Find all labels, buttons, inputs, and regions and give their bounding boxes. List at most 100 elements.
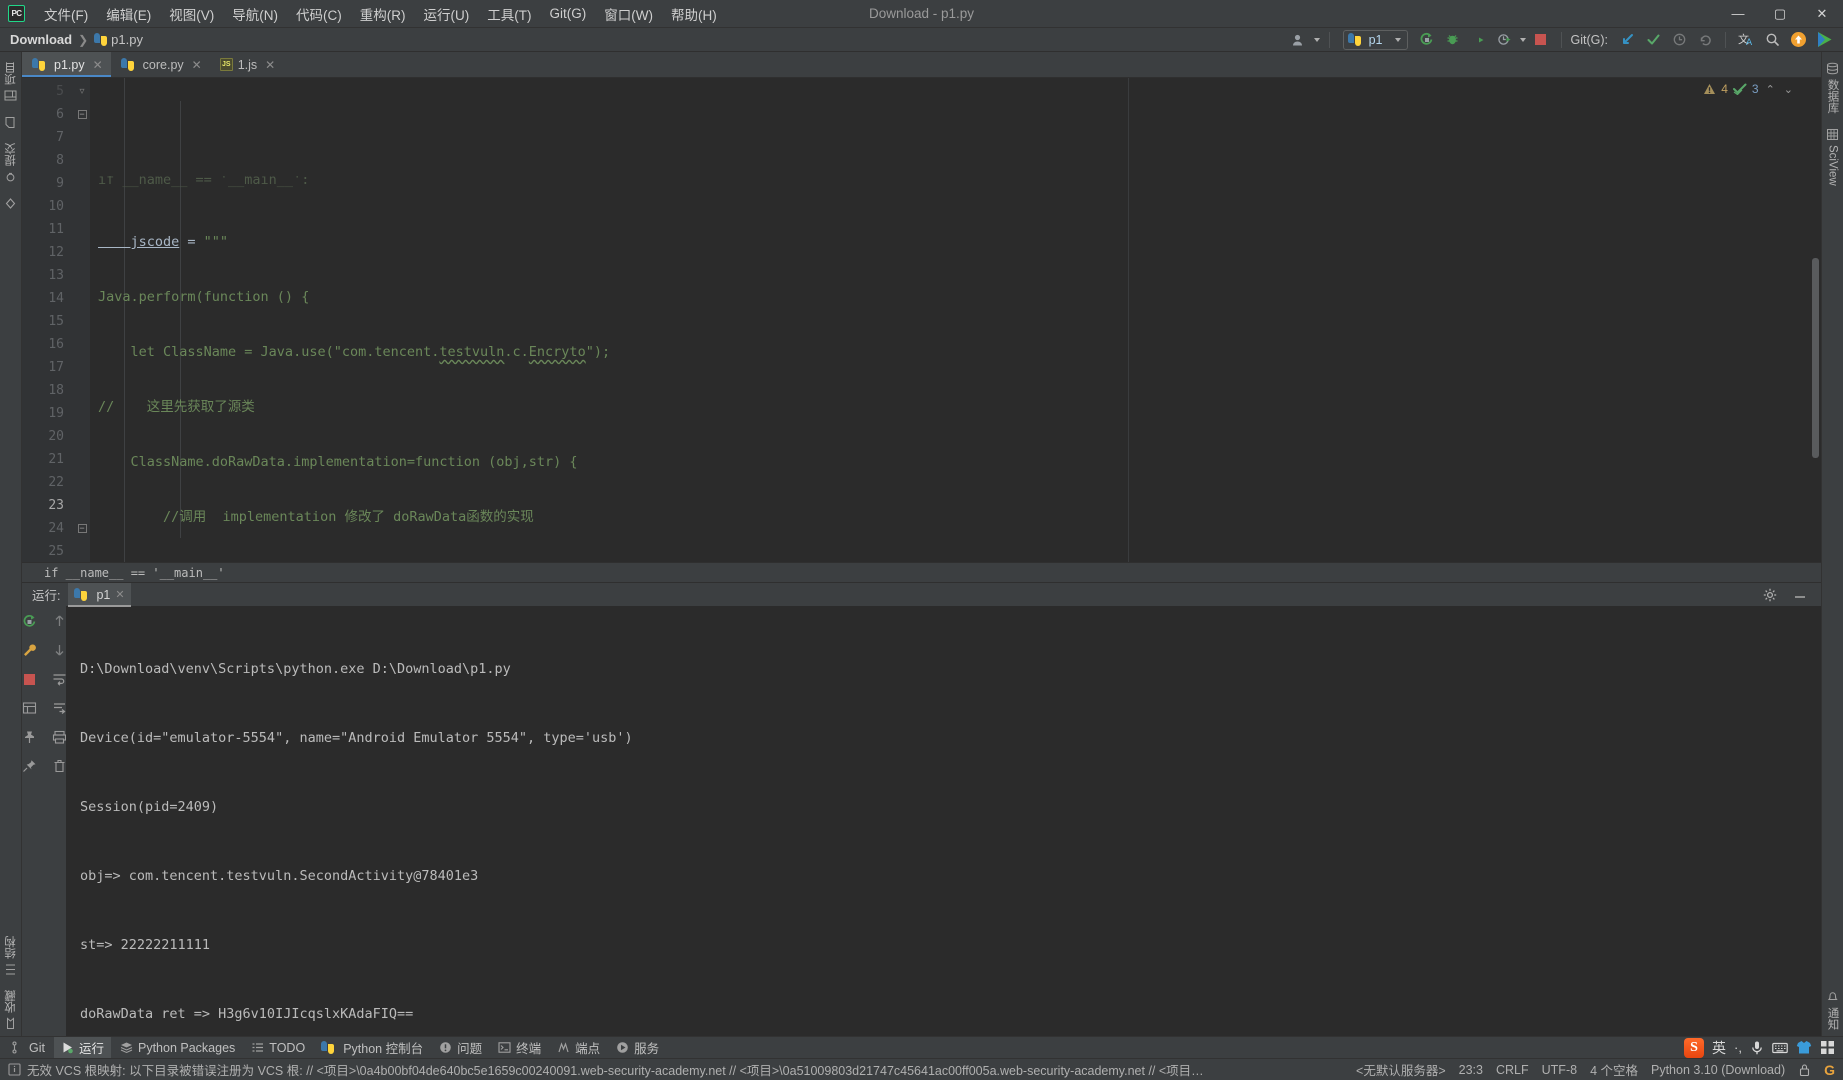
git-status-icon[interactable]: G xyxy=(1824,1062,1835,1078)
pin-tab-icon[interactable] xyxy=(18,756,40,776)
gear-icon[interactable] xyxy=(1759,585,1781,605)
ime-language-indicator[interactable]: 英 xyxy=(1712,1038,1726,1058)
toolwindow-git[interactable]: Git xyxy=(4,1037,52,1059)
menu-run[interactable]: 运行(U) xyxy=(415,1,479,27)
toolwindow-run[interactable]: 运行 xyxy=(53,1036,111,1059)
lock-icon[interactable] xyxy=(1798,1063,1811,1077)
translate-icon[interactable]: 文A xyxy=(1735,30,1757,50)
ime-punctuation-icon[interactable]: ·, xyxy=(1734,1040,1742,1055)
upload-icon[interactable] xyxy=(1787,30,1809,50)
toolwindow-endpoints[interactable]: 端点 xyxy=(550,1037,607,1059)
run-tab-label: p1 xyxy=(96,587,111,602)
tab-p1-py[interactable]: p1.py ✕ xyxy=(22,52,111,77)
rollback-icon[interactable] xyxy=(1694,30,1716,50)
toolwindow-terminal[interactable]: 终端 xyxy=(491,1037,548,1059)
menu-navigate[interactable]: 导航(N) xyxy=(223,1,287,27)
scrollbar-thumb[interactable] xyxy=(1812,258,1819,458)
editor-scrollbar[interactable] xyxy=(1810,78,1821,562)
fold-marker[interactable]: ▿ xyxy=(74,80,90,103)
editor-context-breadcrumb[interactable]: if __name__ == '__main__' xyxy=(22,562,1821,582)
debug-icon[interactable] xyxy=(1442,30,1464,50)
fold-marker-end[interactable]: − xyxy=(74,517,90,540)
stop-icon[interactable] xyxy=(1530,30,1552,50)
tab-core-py[interactable]: core.py ✕ xyxy=(110,52,210,77)
python-interpreter[interactable]: Python 3.10 (Download) xyxy=(1651,1063,1785,1077)
menu-file[interactable]: 文件(F) xyxy=(35,1,97,27)
pin-icon[interactable] xyxy=(18,727,40,747)
console-output[interactable]: D:\Download\venv\Scripts\python.exe D:\D… xyxy=(66,606,1821,1036)
indent-setting[interactable]: 4 个空格 xyxy=(1590,1060,1638,1079)
user-icon[interactable] xyxy=(1288,30,1310,50)
search-everywhere-icon[interactable] xyxy=(1761,30,1783,50)
menu-refactor[interactable]: 重构(R) xyxy=(351,1,415,27)
toolwindow-python-console[interactable]: Python 控制台 xyxy=(314,1037,430,1059)
default-server-status[interactable]: <无默认服务器> xyxy=(1356,1060,1446,1079)
chevron-down-icon[interactable]: ⌄ xyxy=(1782,83,1795,96)
sidebar-item-sciview[interactable]: SciView xyxy=(1823,122,1842,192)
toolwindow-todo[interactable]: TODO xyxy=(244,1037,312,1059)
rerun-icon[interactable] xyxy=(18,611,40,631)
play-icon[interactable] xyxy=(1813,30,1835,50)
profile-icon[interactable] xyxy=(1494,30,1516,50)
sidebar-item-hints[interactable]: 提交 xyxy=(0,137,22,189)
sidebar-item-structure-diamond[interactable] xyxy=(1,191,20,216)
vcs-warning[interactable]: 无效 VCS 根映射: 以下目录被错误注册为 VCS 根: // <项目>\0a… xyxy=(8,1060,1207,1079)
inspection-widget[interactable]: 4 3 ⌃ ⌄ xyxy=(1703,82,1795,96)
profile-dropdown-icon[interactable] xyxy=(1519,37,1526,42)
menu-code[interactable]: 代码(C) xyxy=(287,1,351,27)
menu-view[interactable]: 视图(V) xyxy=(160,1,223,27)
apps-icon[interactable] xyxy=(1820,1040,1835,1055)
code-editor[interactable]: 5 6 7 8 9 10 11 12 13 14 15 16 17 18 19 … xyxy=(22,78,1821,562)
menu-edit[interactable]: 编辑(E) xyxy=(97,1,160,27)
sidebar-item-database[interactable]: 数据库 xyxy=(1822,56,1843,120)
line-separator[interactable]: CRLF xyxy=(1496,1063,1529,1077)
tab-1-js[interactable]: JS 1.js ✕ xyxy=(209,52,284,77)
menu-help[interactable]: 帮助(H) xyxy=(662,1,726,27)
sidebar-item-commit[interactable] xyxy=(1,110,20,135)
toolwindow-services[interactable]: 服务 xyxy=(609,1037,666,1059)
commit-icon[interactable] xyxy=(1642,30,1664,50)
breadcrumb-project[interactable]: Download xyxy=(10,32,72,47)
run-configuration-selector[interactable]: p1 xyxy=(1342,29,1408,50)
run-icon[interactable] xyxy=(1416,30,1438,50)
coverage-icon[interactable] xyxy=(1468,30,1490,50)
chevron-up-icon[interactable]: ⌃ xyxy=(1764,83,1777,96)
mic-icon[interactable] xyxy=(1750,1040,1764,1056)
caret-position[interactable]: 23:3 xyxy=(1459,1063,1483,1077)
sogou-ime-logo[interactable]: S xyxy=(1684,1037,1705,1058)
keyboard-icon[interactable] xyxy=(1772,1041,1788,1055)
toolwindow-python-packages[interactable]: Python Packages xyxy=(113,1037,242,1059)
breadcrumb-file[interactable]: p1.py xyxy=(111,32,143,47)
line-number: 19 xyxy=(48,406,64,421)
fold-marker-jscode[interactable]: − xyxy=(74,103,90,126)
sidebar-item-structure[interactable]: 结构 xyxy=(0,930,22,982)
shirt-icon[interactable] xyxy=(1796,1040,1812,1055)
toolwindow-problems[interactable]: 问题 xyxy=(432,1037,489,1059)
close-button[interactable]: ✕ xyxy=(1801,0,1843,28)
user-dropdown-icon[interactable] xyxy=(1313,37,1320,42)
sidebar-item-favorites[interactable]: 收藏 xyxy=(0,984,22,1036)
maximize-button[interactable]: ▢ xyxy=(1759,0,1801,28)
update-project-icon[interactable] xyxy=(1616,30,1638,50)
close-icon[interactable]: ✕ xyxy=(115,588,124,601)
close-icon[interactable]: ✕ xyxy=(93,58,103,72)
menu-tools[interactable]: 工具(T) xyxy=(478,1,540,27)
settings-wrench-icon[interactable] xyxy=(18,640,40,660)
sidebar-item-notifications[interactable]: 通知 xyxy=(1822,984,1843,1036)
menu-git[interactable]: Git(G) xyxy=(541,3,596,24)
line-number: 13 xyxy=(48,268,64,283)
sidebar-item-project[interactable]: 项目 xyxy=(0,56,22,108)
close-icon[interactable]: ✕ xyxy=(192,58,202,72)
close-icon[interactable]: ✕ xyxy=(265,58,275,72)
minimize-button[interactable]: — xyxy=(1717,0,1759,28)
code-folding-gutter[interactable]: ▿ − − xyxy=(74,78,90,562)
minimize-icon[interactable] xyxy=(1789,585,1811,605)
code-content[interactable]: if __name__ == '__main__': jscode = """ … xyxy=(90,78,1810,562)
run-tab-p1[interactable]: p1 ✕ xyxy=(68,582,131,607)
history-icon[interactable] xyxy=(1668,30,1690,50)
file-encoding[interactable]: UTF-8 xyxy=(1542,1063,1577,1077)
table-icon[interactable] xyxy=(18,698,40,718)
menu-window[interactable]: 窗口(W) xyxy=(595,1,662,27)
stop-red-icon[interactable] xyxy=(18,669,40,689)
